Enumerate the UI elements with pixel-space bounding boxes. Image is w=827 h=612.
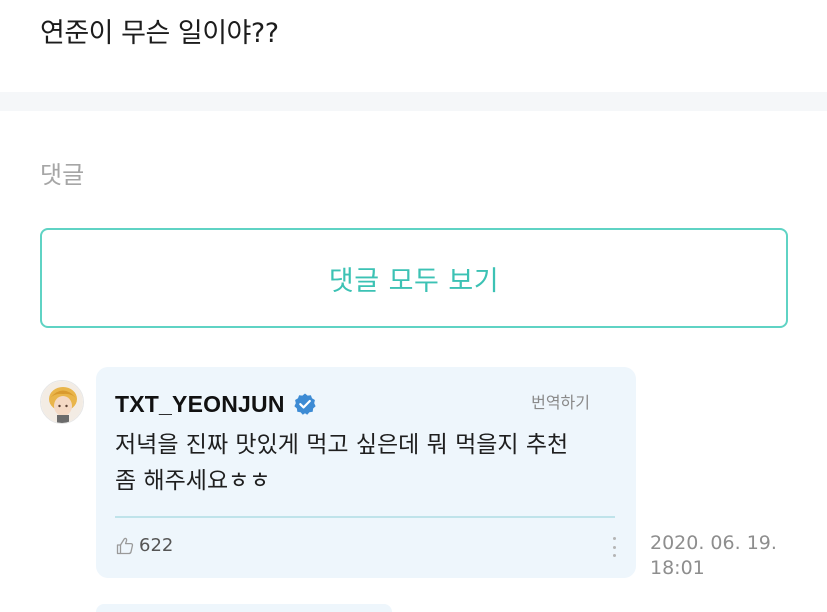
like-button[interactable]: 622 xyxy=(115,535,173,556)
comment-card: TXT_YEONJUN 번역하기 저녁을 진짜 맛있게 먹고 싶은데 뭐 먹을지… xyxy=(96,367,636,578)
comments-section-label: 댓글 xyxy=(40,161,85,189)
comment-timestamp: 2020. 06. 19. 18:01 xyxy=(650,531,810,581)
view-all-comments-label: 댓글 모두 보기 xyxy=(328,265,500,297)
more-options-button[interactable] xyxy=(608,537,620,557)
translate-button[interactable]: 번역하기 xyxy=(531,389,590,413)
comment-body-line: 좀 해주세요ㅎㅎ xyxy=(115,468,271,494)
comment-card-divider xyxy=(115,516,615,518)
view-all-comments-button[interactable]: 댓글 모두 보기 xyxy=(40,228,788,328)
comment-body: 저녁을 진짜 맛있게 먹고 싶은데 뭐 먹을지 추천 좀 해주세요ㅎㅎ xyxy=(115,427,615,499)
comment-time: 18:01 xyxy=(650,557,705,579)
avatar[interactable] xyxy=(40,380,84,424)
more-vertical-icon xyxy=(612,554,616,557)
thumbs-up-icon xyxy=(115,536,135,556)
more-vertical-icon xyxy=(612,545,616,549)
comment-date: 2020. 06. 19. xyxy=(650,532,777,554)
comment-body-line: 저녁을 진짜 맛있게 먹고 싶은데 뭐 먹을지 추천 xyxy=(115,432,569,458)
comment-author-name[interactable]: TXT_YEONJUN xyxy=(115,391,285,418)
verified-badge-icon xyxy=(293,392,317,416)
comment-author-row: TXT_YEONJUN xyxy=(115,389,317,419)
more-vertical-icon xyxy=(612,537,616,540)
section-divider xyxy=(0,92,827,111)
post-title: 연준이 무슨 일이야?? xyxy=(40,18,279,49)
avatar-photo xyxy=(41,381,83,423)
next-comment-card xyxy=(96,604,392,612)
like-count: 622 xyxy=(139,535,174,556)
